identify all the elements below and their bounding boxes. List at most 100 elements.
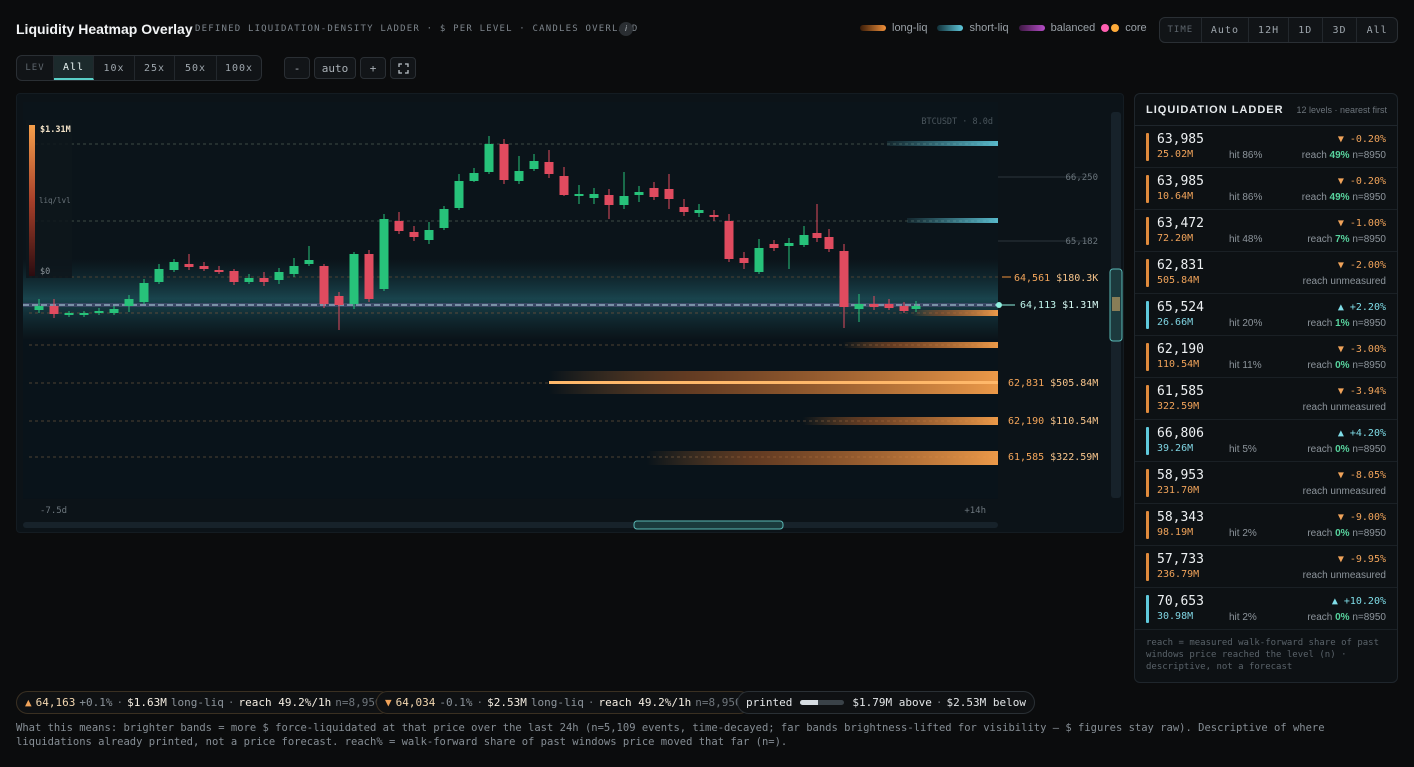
chip-price: 64,163 (35, 696, 76, 709)
ladder-row[interactable]: 57,733 236.79M ▼ -9.95% reach unmeasured (1135, 546, 1397, 588)
candle-body (289, 266, 299, 274)
candle-body (724, 221, 734, 259)
chip-amount: $1.63M (127, 696, 167, 709)
ladder-row[interactable]: 70,653 30.98M ▲ +10.20% hit 2% reach 0% n=89… (1135, 588, 1397, 630)
level-label-amount: $505.84M (1050, 378, 1098, 389)
leverage-option-25x[interactable]: 25x (135, 56, 175, 80)
leverage-option-50x[interactable]: 50x (175, 56, 217, 80)
price-level-label: 66,250 (1065, 173, 1098, 183)
ladder-row[interactable]: 66,806 39.26M ▲ +4.20% hit 5% reach 0% n=895… (1135, 420, 1397, 462)
ladder-row[interactable]: 62,831 505.84M ▼ -2.00% reach unmeasured (1135, 252, 1397, 294)
level-hit: hit 20% (1229, 318, 1263, 329)
level-hit: hit 86% (1229, 150, 1263, 161)
ladder-meta: 12 levels · nearest first (1296, 105, 1387, 115)
candle-body (514, 171, 524, 181)
side-marker (1146, 469, 1149, 497)
candle-body (79, 313, 89, 315)
candle-body (499, 144, 509, 180)
x-axis-end: +14h (964, 506, 986, 516)
level-reach: reach 0% n=8950 (1307, 612, 1386, 623)
candle-body (439, 209, 449, 228)
short-liq-swatch (937, 25, 964, 31)
reach-n: n=8950 (1352, 318, 1386, 329)
ladder-row[interactable]: 65,524 26.66M ▲ +2.20% hit 20% reach 1% n=89… (1135, 294, 1397, 336)
candle-body (454, 181, 464, 208)
reach-value: 49% (1329, 150, 1350, 161)
nearest-up-chip[interactable]: ▲ 64,163 +0.1% · $1.63M long-liq · reach… (16, 691, 391, 714)
level-price: 66,806 (1157, 426, 1204, 441)
candle-body (854, 304, 864, 309)
legend: long-liq short-liq balanced core (860, 22, 1147, 34)
level-amount: 98.19M (1157, 527, 1194, 538)
leverage-option-10x[interactable]: 10x (94, 56, 135, 80)
reach-n: n=8950 (1352, 150, 1386, 161)
side-marker (1146, 133, 1149, 161)
zoom-auto-button[interactable]: auto (314, 57, 356, 79)
chip-price: 64,034 (395, 696, 436, 709)
level-label: 62,190 $110.54M (1008, 416, 1098, 427)
long-liq-swatch (860, 25, 886, 31)
ladder-row[interactable]: 58,953 231.70M ▼ -8.05% reach unmeasured (1135, 462, 1397, 504)
fullscreen-button[interactable] (390, 57, 416, 79)
ladder-row[interactable]: 58,343 98.19M ▼ -9.00% hit 2% reach 0% n=895… (1135, 504, 1397, 546)
zoom-out-button[interactable]: - (284, 57, 310, 79)
current-price-dot (996, 302, 1002, 308)
level-change: ▼ -3.94% (1337, 386, 1386, 397)
candle-body (709, 215, 719, 217)
heatmap-chart[interactable]: $1.31M liq/lvl $0 BTCUSDT · 8.0d 66,250 … (17, 94, 1125, 534)
page-title: Liquidity Heatmap Overlay (16, 21, 193, 37)
level-price: 70,653 (1157, 594, 1204, 609)
leverage-option-all[interactable]: All (54, 56, 94, 80)
horizontal-scroll-thumb[interactable] (633, 520, 784, 530)
time-option-3d[interactable]: 3D (1323, 18, 1358, 42)
chip-n: n=8,950 (335, 696, 382, 709)
info-icon[interactable]: i (619, 22, 633, 36)
reach-label: reach unmeasured (1302, 570, 1386, 581)
candle-body (319, 266, 329, 304)
candle-body (259, 278, 269, 282)
time-option-1d[interactable]: 1D (1289, 18, 1323, 42)
reach-label: reach unmeasured (1302, 486, 1386, 497)
leverage-option-100x[interactable]: 100x (217, 56, 261, 80)
time-option-12h[interactable]: 12H (1249, 18, 1289, 42)
ladder-row[interactable]: 63,472 72.20M ▼ -1.00% hit 48% reach 7% n=89… (1135, 210, 1397, 252)
time-option-auto[interactable]: Auto (1202, 18, 1250, 42)
printed-ratio-fill (800, 700, 819, 705)
nearest-down-chip[interactable]: ▼ 64,034 -0.1% · $2.53M long-liq · reach… (376, 691, 751, 714)
level-amount: 26.66M (1157, 317, 1194, 328)
level-label: 64,561 $180.3K (1014, 273, 1098, 284)
candle-body (784, 243, 794, 246)
level-hit: hit 2% (1229, 612, 1257, 623)
chip-change: +0.1% (79, 696, 113, 709)
ladder-row[interactable]: 63,985 10.64M ▼ -0.20% hit 86% reach 49% n=8… (1135, 168, 1397, 210)
reach-label: reach (1301, 192, 1327, 203)
core-dot-pink (1101, 24, 1110, 32)
short-band (887, 141, 998, 146)
candle-body (899, 306, 909, 311)
candle-body (664, 189, 674, 199)
zoom-in-button[interactable]: + (360, 57, 386, 79)
core-band (23, 303, 998, 307)
level-label-price: 62,831 (1008, 378, 1044, 389)
candle-body (184, 264, 194, 267)
level-reach: reach 7% n=8950 (1307, 234, 1386, 245)
side-marker (1146, 595, 1149, 623)
printed-chip[interactable]: printed $1.79M above · $2.53M below (737, 691, 1035, 714)
candle-body (469, 173, 479, 181)
legend-short-label: short-liq (969, 22, 1009, 34)
level-hit: hit 5% (1229, 444, 1257, 455)
horizontal-scroll-track[interactable] (23, 522, 998, 528)
level-amount: 10.64M (1157, 191, 1194, 202)
level-reach: reach unmeasured (1303, 486, 1386, 497)
candle-body (769, 244, 779, 248)
ladder-row[interactable]: 61,585 322.59M ▼ -3.94% reach unmeasured (1135, 378, 1397, 420)
ladder-row[interactable]: 63,985 25.02M ▼ -0.20% hit 86% reach 49% n=8… (1135, 126, 1397, 168)
time-option-all[interactable]: All (1357, 18, 1397, 42)
long-band (843, 342, 998, 348)
ladder-row[interactable]: 62,190 110.54M ▼ -3.00% hit 11% reach 0% n=8… (1135, 336, 1397, 378)
reach-value: 0% (1335, 612, 1350, 623)
fullscreen-icon (397, 62, 409, 74)
up-arrow-icon: ▲ (25, 696, 32, 709)
ladder-title: LIQUIDATION LADDER (1146, 104, 1284, 116)
candle-body (394, 221, 404, 231)
